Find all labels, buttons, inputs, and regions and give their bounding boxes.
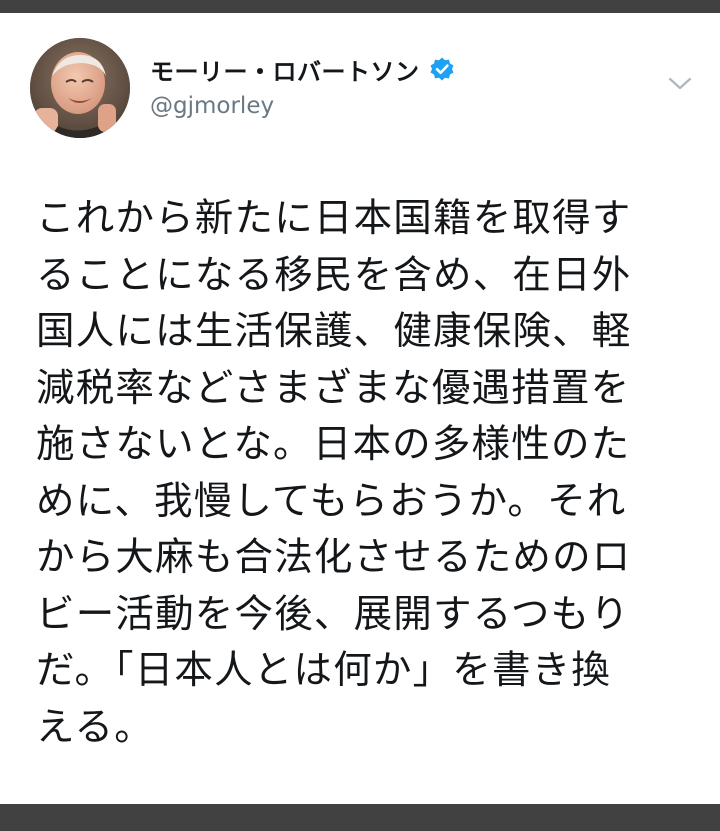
- tweet-card: モーリー・ロバートソン @gjmorley これから新たに日本国籍を取得す るこ…: [0, 13, 720, 804]
- profile-photo-icon: [30, 38, 130, 138]
- bottom-dark-bar: [0, 804, 720, 831]
- tweet-text-line: から大麻も合法化させるためのロ: [36, 535, 632, 580]
- tweet-text: これから新たに日本国籍を取得す ることになる移民を含め、在日外 国人には生活保護…: [36, 191, 696, 756]
- verified-badge-icon: [429, 56, 455, 82]
- tweet-text-line: めに、我慢してもらおうか。それ: [36, 478, 627, 524]
- avatar[interactable]: [30, 38, 130, 138]
- chevron-down-icon[interactable]: [664, 71, 696, 97]
- author-handle[interactable]: @gjmorley: [150, 93, 274, 119]
- tweet-text-line: だ。「日本人とは何か」を書き換: [36, 648, 612, 693]
- top-dark-bar: [0, 0, 720, 13]
- author-name-row: モーリー・ロバートソン: [150, 52, 455, 86]
- tweet-text-line: ることになる移民を含め、在日外: [36, 252, 632, 298]
- tweet-text-line: 国人には生活保護、健康保険、軽: [36, 309, 632, 354]
- tweet-text-line: える。: [36, 704, 154, 750]
- display-name[interactable]: モーリー・ロバートソン: [150, 52, 420, 87]
- tweet-text-line: ビー活動を今後、展開するつもり: [36, 591, 630, 637]
- tweet-text-line: これから新たに日本国籍を取得す: [36, 196, 632, 241]
- tweet-text-line: 減税率などさまざまな優遇措置を: [36, 365, 631, 411]
- tweet-text-line: 施さないとな。日本の多様性のた: [36, 422, 631, 467]
